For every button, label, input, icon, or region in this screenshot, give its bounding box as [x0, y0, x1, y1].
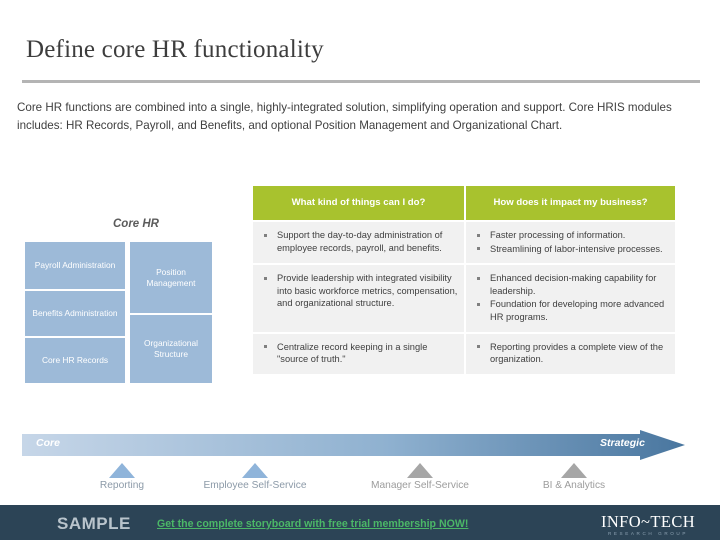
bullet-list: Reporting provides a complete view of th…: [471, 341, 669, 366]
table-cell-impact-1: Faster processing of information. Stream…: [466, 222, 675, 264]
diagram-box-payroll-administration: Payroll Administration: [25, 242, 125, 289]
table-row: Provide leadership with integrated visib…: [253, 265, 675, 332]
maturity-stage-markers: Reporting Employee Self-Service Manager …: [22, 463, 685, 499]
info-tech-logo: INFO~TECH RESEARCH GROUP: [588, 513, 708, 537]
bullet-list: Enhanced decision-making capability for …: [471, 272, 669, 323]
title-divider: [22, 80, 700, 83]
stage-marker-employee-self-service: Employee Self-Service: [180, 463, 330, 491]
triangle-icon: [407, 463, 433, 478]
table-cell-capability-1: Support the day-to-day administration of…: [253, 222, 464, 264]
table-header-business-impact: How does it impact my business?: [466, 186, 675, 220]
triangle-icon: [109, 463, 135, 478]
stage-label: Manager Self-Service: [371, 480, 469, 491]
table-cell-capability-2: Provide leadership with integrated visib…: [253, 265, 464, 332]
list-item: Enhanced decision-making capability for …: [471, 272, 669, 297]
list-item: Streamlining of labor-intensive processe…: [471, 243, 669, 256]
list-item: Faster processing of information.: [471, 229, 669, 242]
triangle-icon: [242, 463, 268, 478]
logo-tagline: RESEARCH GROUP: [607, 531, 689, 536]
diagram-box-organizational-structure: Organizational Structure: [130, 315, 212, 383]
core-hr-diagram: Core HR Payroll Administration Benefits …: [25, 218, 247, 390]
page-title: Define core HR functionality: [26, 36, 324, 63]
list-item: Reporting provides a complete view of th…: [471, 341, 669, 366]
continuum-start-label: Core: [36, 437, 60, 449]
benefits-table: What kind of things can I do? How does i…: [253, 186, 675, 376]
table-header-row: What kind of things can I do? How does i…: [253, 186, 675, 220]
footer-bar: SAMPLE Get the complete storyboard with …: [0, 505, 720, 540]
table-row: Centralize record keeping in a single "s…: [253, 333, 675, 374]
sample-watermark: SAMPLE: [57, 514, 131, 533]
slide-canvas: Define core HR functionality Core HR fun…: [0, 0, 720, 540]
stage-marker-bi-analytics: BI & Analytics: [499, 463, 649, 491]
stage-marker-manager-self-service: Manager Self-Service: [345, 463, 495, 491]
bullet-list: Faster processing of information. Stream…: [471, 229, 669, 255]
table-row: Support the day-to-day administration of…: [253, 222, 675, 264]
bullet-list: Provide leadership with integrated visib…: [258, 272, 458, 310]
diagram-box-position-management: Position Management: [130, 242, 212, 313]
continuum-end-label: Strategic: [600, 437, 645, 449]
free-trial-cta-link[interactable]: Get the complete storyboard with free tr…: [157, 518, 468, 530]
list-item: Centralize record keeping in a single "s…: [258, 341, 458, 366]
bullet-list: Centralize record keeping in a single "s…: [258, 341, 458, 366]
intro-paragraph: Core HR functions are combined into a si…: [17, 101, 672, 132]
triangle-icon: [561, 463, 587, 478]
diagram-box-benefits-administration: Benefits Administration: [25, 291, 125, 336]
diagram-heading: Core HR: [112, 218, 159, 230]
diagram-box-core-hr-records: Core HR Records: [25, 338, 125, 383]
list-item: Foundation for developing more advanced …: [471, 298, 669, 323]
logo-wordmark: INFO~TECH: [600, 512, 696, 531]
table-cell-impact-2: Enhanced decision-making capability for …: [466, 265, 675, 332]
list-item: Support the day-to-day administration of…: [258, 229, 458, 254]
table-cell-capability-3: Centralize record keeping in a single "s…: [253, 333, 464, 374]
stage-marker-reporting: Reporting: [47, 463, 197, 491]
list-item: Provide leadership with integrated visib…: [258, 272, 458, 310]
table-header-what-can-i-do: What kind of things can I do?: [253, 186, 464, 220]
maturity-continuum-arrow: Core Strategic: [22, 430, 685, 460]
stage-label: Reporting: [99, 480, 145, 491]
stage-label: BI & Analytics: [542, 480, 606, 491]
table-cell-impact-3: Reporting provides a complete view of th…: [466, 333, 675, 374]
arrow-right-icon: [22, 430, 685, 460]
bullet-list: Support the day-to-day administration of…: [258, 229, 458, 254]
stage-label: Employee Self-Service: [203, 480, 307, 491]
